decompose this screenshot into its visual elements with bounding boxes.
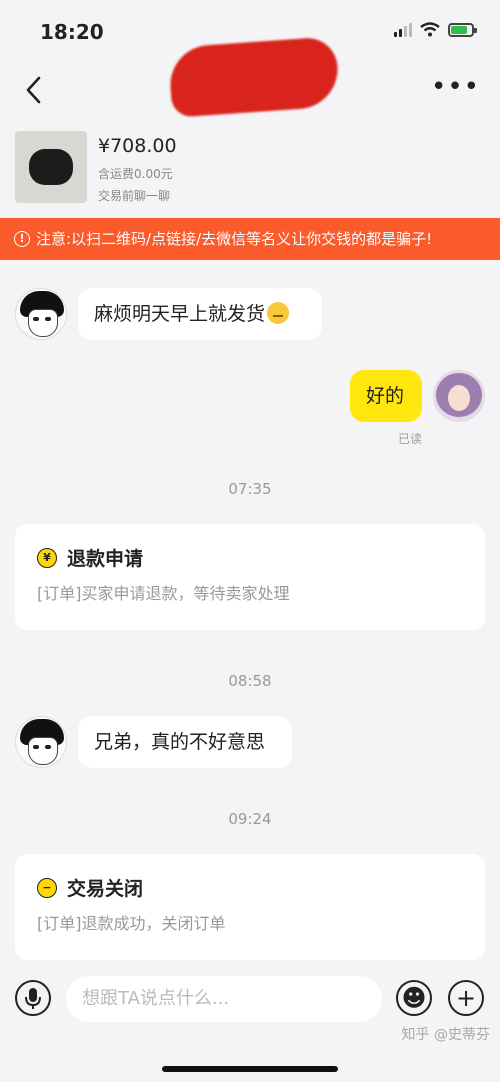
status-icons <box>394 22 477 37</box>
timestamp: 08:58 <box>228 672 272 690</box>
product-price: ¥708.00 <box>98 135 177 157</box>
product-summary[interactable]: ¥708.00 含运费0.00元 交易前聊一聊 <box>0 125 500 215</box>
chat-first-label: 交易前聊一聊 <box>98 189 171 203</box>
product-thumbnail[interactable] <box>15 131 87 203</box>
wifi-icon <box>420 22 440 37</box>
home-indicator <box>162 1066 338 1072</box>
card-title: 交易关闭 <box>67 878 144 900</box>
shipping-info: 含运费0.00元 <box>98 167 173 181</box>
minus-circle-icon: − <box>37 878 57 898</box>
emoji-icon[interactable]: ☻ <box>396 980 432 1016</box>
card-description: [订单]退款成功，关闭订单 <box>37 914 226 933</box>
message-input[interactable]: 想跟TA说点什么... <box>66 976 382 1022</box>
face-emoji-icon <box>267 301 290 324</box>
message-bubble-outgoing[interactable]: 好的 <box>350 370 422 422</box>
refund-icon: ¥ <box>37 548 57 568</box>
status-time: 18:20 <box>40 20 104 44</box>
seller-avatar[interactable] <box>15 716 67 768</box>
message-text: 兄弟，真的不好意思 <box>94 731 266 753</box>
plus-icon[interactable]: + <box>448 980 484 1016</box>
signal-icon <box>394 22 412 37</box>
watermark: 知乎 @史蒂芬 <box>401 1027 490 1043</box>
card-description: [订单]买家申请退款，等待卖家处理 <box>37 584 290 603</box>
timestamp: 09:24 <box>228 810 272 828</box>
transaction-closed-card[interactable]: − 交易关闭 [订单]退款成功，关闭订单 <box>15 854 485 960</box>
redacted-title <box>167 36 341 118</box>
microphone-icon[interactable] <box>15 980 51 1016</box>
warning-text: 注意:以扫二维码/点链接/去微信等名义让你交钱的都是骗子! <box>36 230 433 248</box>
card-title: 退款申请 <box>67 548 144 570</box>
message-bubble-incoming[interactable]: 兄弟，真的不好意思 <box>78 716 292 768</box>
seller-avatar[interactable] <box>15 288 67 340</box>
warning-icon: ! <box>14 231 30 247</box>
message-bubble-incoming[interactable]: 麻烦明天早上就发货 <box>78 288 322 340</box>
buyer-avatar[interactable] <box>433 370 485 422</box>
chevron-left-icon[interactable] <box>22 74 46 106</box>
scam-warning-banner: ! 注意:以扫二维码/点链接/去微信等名义让你交钱的都是骗子! <box>0 218 500 260</box>
message-text: 麻烦明天早上就发货 <box>94 303 266 325</box>
timestamp: 07:35 <box>228 480 272 498</box>
message-text: 好的 <box>366 385 405 407</box>
nav-bar: ••• <box>0 36 500 120</box>
refund-request-card[interactable]: ¥ 退款申请 [订单]买家申请退款，等待卖家处理 <box>15 524 485 630</box>
more-dots-icon[interactable]: ••• <box>431 74 480 100</box>
read-status: 已读 <box>398 432 423 446</box>
battery-icon <box>448 22 477 37</box>
